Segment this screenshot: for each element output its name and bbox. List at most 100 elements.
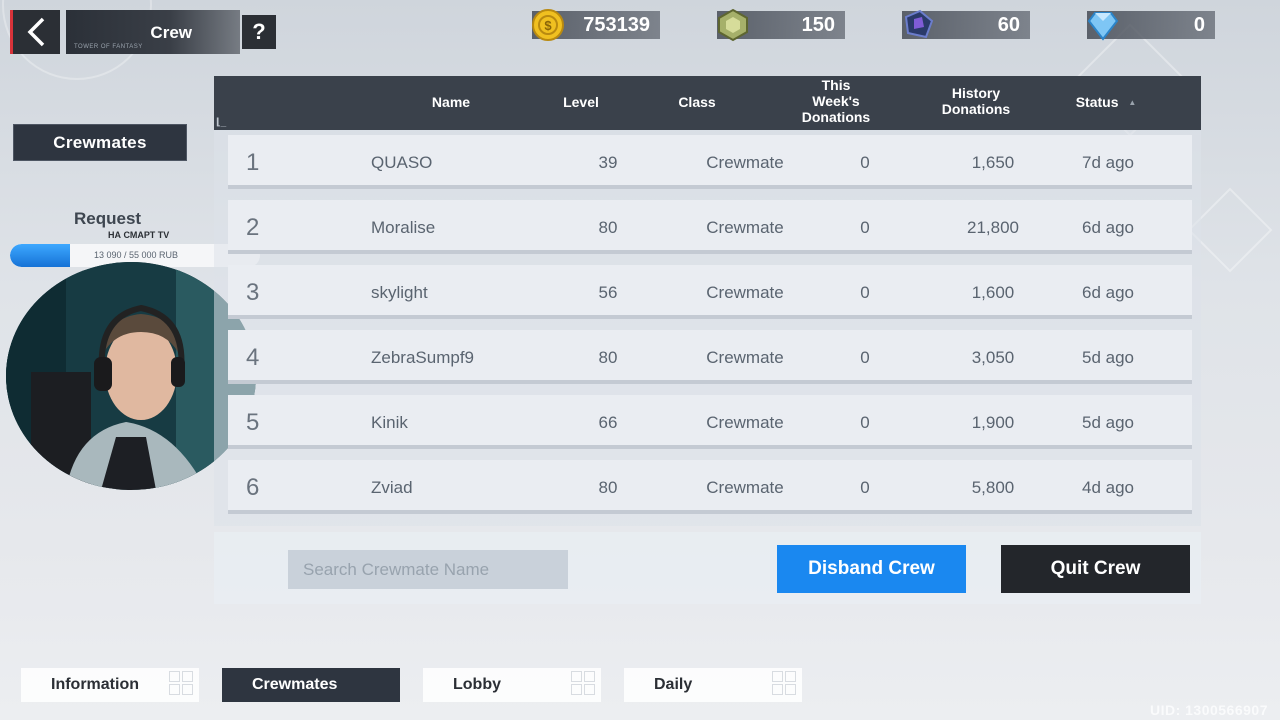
table-row[interactable]: 2 Moralise 80 Crewmate 0 21,800 6d ago [228,200,1192,254]
column-header-history-donations[interactable]: History Donations [926,85,1026,117]
corner-bracket-icon: ⌊_ [216,117,227,128]
row-week-donations: 0 [860,153,870,172]
row-history-donations: 3,050 [971,348,1015,367]
page-title: Crew [150,23,192,42]
row-status: 6d ago [1082,283,1134,302]
table-footer: Disband Crew Quit Crew [214,532,1201,604]
row-status: 7d ago [1082,153,1134,172]
row-history-donations: 21,800 [967,218,1019,237]
tab-information-label: Information [51,676,139,693]
page-title-box: Crew TOWER OF FANTASY [66,10,240,54]
row-class: Crewmate [706,348,784,367]
row-history-donations: 5,800 [971,478,1015,497]
tab-daily-label: Daily [654,676,693,693]
row-name: skylight [371,283,428,302]
sort-arrow-icon: ▲ [1128,98,1137,108]
row-status: 4d ago [1082,478,1134,497]
row-level: 56 [598,283,618,302]
search-crewmate-input[interactable] [288,550,568,589]
table-row[interactable]: 4 ZebraSumpf9 80 Crewmate 0 3,050 5d ago [228,330,1192,384]
quit-crew-button[interactable]: Quit Crew [1001,545,1190,593]
column-header-week-donations[interactable]: This Week's Donations [786,77,886,125]
row-rank: 5 [246,409,260,436]
column-header-name[interactable]: Name [421,94,481,110]
row-rank: 3 [246,279,260,306]
column-header-class[interactable]: Class [667,94,727,110]
row-level: 39 [598,153,618,172]
table-row[interactable]: 3 skylight 56 Crewmate 0 1,600 6d ago [228,265,1192,319]
row-class: Crewmate [706,218,784,237]
row-status: 6d ago [1082,218,1134,237]
gold-coin-icon: $ [532,9,564,41]
tab-crewmates-label: Crewmates [252,676,338,693]
game-subtitle: TOWER OF FANTASY [74,44,143,50]
row-status: 5d ago [1082,348,1134,367]
row-history-donations: 1,900 [971,413,1015,432]
row-name: Zviad [371,478,413,497]
row-name: ZebraSumpf9 [371,348,474,367]
table-header: Name Level Class This Week's Donations H… [214,76,1201,130]
column-header-status-label: Status [1075,94,1119,110]
column-header-week-line3: Donations [801,109,871,125]
currency-blue-diamond-value: 0 [1193,13,1205,36]
row-status: 5d ago [1082,413,1134,432]
currency-green-crystal[interactable]: 150 [717,8,845,42]
column-header-week-line1: This [821,77,851,93]
row-week-donations: 0 [860,413,870,432]
tab-lobby[interactable]: Lobby [423,668,601,702]
row-history-donations: 1,650 [971,153,1015,172]
column-header-level[interactable]: Level [551,94,611,110]
column-header-status[interactable]: Status ▲ [1066,94,1146,111]
tab-grid-decoration [169,671,193,695]
blue-diamond-icon [1087,12,1119,41]
row-week-donations: 0 [860,218,870,237]
table-row[interactable]: 6 Zviad 80 Crewmate 0 5,800 4d ago [228,460,1192,514]
column-header-history-line2: Donations [941,101,1011,117]
row-rank: 2 [246,214,260,241]
row-week-donations: 0 [860,478,870,497]
row-rank: 6 [246,474,260,501]
tab-crewmates[interactable]: Crewmates [222,668,400,702]
crewmates-table: Name Level Class This Week's Donations H… [214,76,1201,526]
column-header-history-line1: History [951,85,1001,101]
tab-information[interactable]: Information [21,668,199,702]
row-week-donations: 0 [860,348,870,367]
table-row[interactable]: 1 QUASO 39 Crewmate 0 1,650 7d ago [228,135,1192,189]
row-rank: 1 [246,149,260,176]
uid-label: UID: 1300566907 [1149,702,1268,718]
row-name: Kinik [371,413,408,432]
crewmates-section-label: Crewmates [13,124,187,161]
currency-green-crystal-value: 150 [801,13,835,36]
help-button[interactable]: ? [242,15,276,49]
dark-crystal-icon [904,9,934,39]
row-class: Crewmate [706,413,784,432]
row-level: 80 [598,348,618,367]
currency-blue-diamond[interactable]: 0 [1087,11,1215,41]
row-history-donations: 1,600 [971,283,1015,302]
disband-crew-button[interactable]: Disband Crew [777,545,966,593]
currency-gold-value: 753139 [583,13,650,36]
tab-lobby-label: Lobby [453,676,501,693]
currency-dark-crystal-value: 60 [997,13,1020,36]
row-class: Crewmate [706,478,784,497]
tab-grid-decoration [772,671,796,695]
currency-gold[interactable]: $ 753139 [532,9,660,41]
donation-progress-fill [10,244,70,267]
green-crystal-icon [718,8,748,42]
back-button[interactable] [10,10,60,54]
svg-text:$: $ [544,18,552,33]
request-button[interactable]: Request [74,209,141,229]
row-name: QUASO [371,153,433,172]
chevron-left-icon [27,17,44,47]
row-rank: 4 [246,344,260,371]
row-level: 80 [598,218,618,237]
row-week-donations: 0 [860,283,870,302]
row-class: Crewmate [706,153,784,172]
donation-title: НА СМАРТ ТV [108,230,170,240]
tab-daily[interactable]: Daily [624,668,802,702]
currency-dark-crystal[interactable]: 60 [902,9,1030,39]
donation-progress-text: 13 090 / 55 000 RUB [94,250,179,260]
row-class: Crewmate [706,283,784,302]
table-row[interactable]: 5 Kinik 66 Crewmate 0 1,900 5d ago [228,395,1192,449]
column-header-week-line2: Week's [812,93,860,109]
